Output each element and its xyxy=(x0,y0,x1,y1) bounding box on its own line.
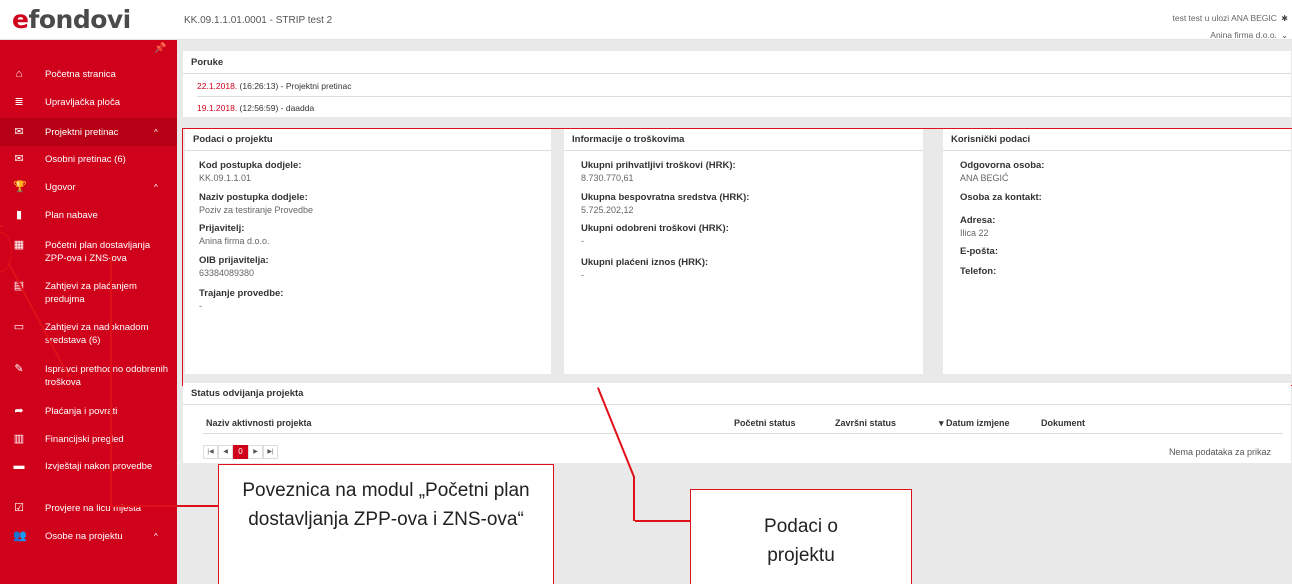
divider xyxy=(183,404,1291,405)
current-page[interactable]: 0 xyxy=(233,445,248,459)
chevron-down-icon[interactable]: ⌄ xyxy=(1281,31,1288,40)
project-code: KK.09.1.1.01.0001 - STRIP test 2 xyxy=(184,15,333,26)
divider xyxy=(197,96,1291,97)
annotation-line xyxy=(110,254,112,506)
bar-chart-icon: ▥ xyxy=(13,433,25,445)
no-data-message: Nema podataka za prikaz xyxy=(1168,447,1271,457)
user-info[interactable]: test test u ulozi ANA BEGIC ✱ Anina firm… xyxy=(1173,10,1289,44)
sidebar: 📌 ⌂ Početna stranica ≣ Upravljačka ploča… xyxy=(0,40,177,584)
last-page-icon[interactable]: ▶| xyxy=(263,445,278,459)
user-role: test test u ulozi ANA BEGIC xyxy=(1172,13,1277,23)
prev-page-icon[interactable]: ◀ xyxy=(218,445,233,459)
efondovi-logo[interactable]: efondovi xyxy=(12,5,131,34)
chevron-up-icon: ^ xyxy=(154,532,158,541)
pagination: |◀ ◀ 0 ▶ ▶| xyxy=(203,445,278,459)
column-header[interactable]: Završni status xyxy=(835,418,896,428)
chevron-up-icon: ^ xyxy=(154,128,158,137)
column-header[interactable]: Početni status xyxy=(734,418,796,428)
users-icon: 👥 xyxy=(13,530,27,542)
annotation-line xyxy=(0,225,3,227)
callout-module-link: Poveznica na modul „Početni plan dostavl… xyxy=(218,464,554,584)
list-icon: ≣ xyxy=(14,96,24,108)
chevron-up-icon: ^ xyxy=(154,183,158,192)
edit-icon: ✎ xyxy=(14,363,24,375)
column-header[interactable]: Dokument xyxy=(1041,418,1085,428)
share-icon: ➦ xyxy=(14,405,24,417)
message-item[interactable]: 19.1.2018. (12:56:59) - daadda xyxy=(197,103,314,113)
bookmark-icon: ▮ xyxy=(15,209,23,221)
message-item[interactable]: 22.1.2018. (16:26:13) - Projektni pretin… xyxy=(197,81,352,91)
annotation-highlight-box xyxy=(182,128,1292,386)
messages-title: Poruke xyxy=(191,57,224,68)
status-title: Status odvijanja projekta xyxy=(191,388,304,399)
envelope-icon: ✉ xyxy=(14,153,24,165)
trophy-icon: 🏆 xyxy=(13,181,27,193)
home-icon: ⌂ xyxy=(15,68,23,80)
first-page-icon[interactable]: |◀ xyxy=(203,445,218,459)
user-company: Anina firma d.o.o. xyxy=(1210,30,1277,40)
annotation-line xyxy=(110,505,218,507)
divider xyxy=(203,433,1283,434)
envelope-icon: ✉ xyxy=(14,126,24,138)
divider xyxy=(183,73,1291,74)
column-header-sorted[interactable]: ▾ Datum izmjene xyxy=(939,418,1010,429)
report-icon: ▬ xyxy=(13,460,25,472)
sidebar-item-projektni-pretinac[interactable]: ✉ Projektni pretinac ^ xyxy=(0,118,177,146)
top-bar: efondovi KK.09.1.1.01.0001 - STRIP test … xyxy=(0,0,1292,40)
calendar-icon: ▦ xyxy=(13,239,25,251)
gear-icon[interactable]: ✱ xyxy=(1281,14,1288,23)
checkbox-icon: ☑ xyxy=(14,502,24,514)
next-page-icon[interactable]: ▶ xyxy=(248,445,263,459)
credit-card-icon: ▭ xyxy=(13,321,25,333)
annotation-line xyxy=(635,520,691,522)
messages-panel: Poruke 22.1.2018. (16:26:13) - Projektni… xyxy=(183,51,1291,117)
annotation-line xyxy=(633,476,635,521)
column-header[interactable]: Naziv aktivnosti projekta xyxy=(206,418,312,428)
pin-icon[interactable]: 📌 xyxy=(154,43,166,54)
project-status-panel: Status odvijanja projekta Naziv aktivnos… xyxy=(183,383,1291,463)
callout-project-data: Podaci o projektu xyxy=(690,489,912,584)
